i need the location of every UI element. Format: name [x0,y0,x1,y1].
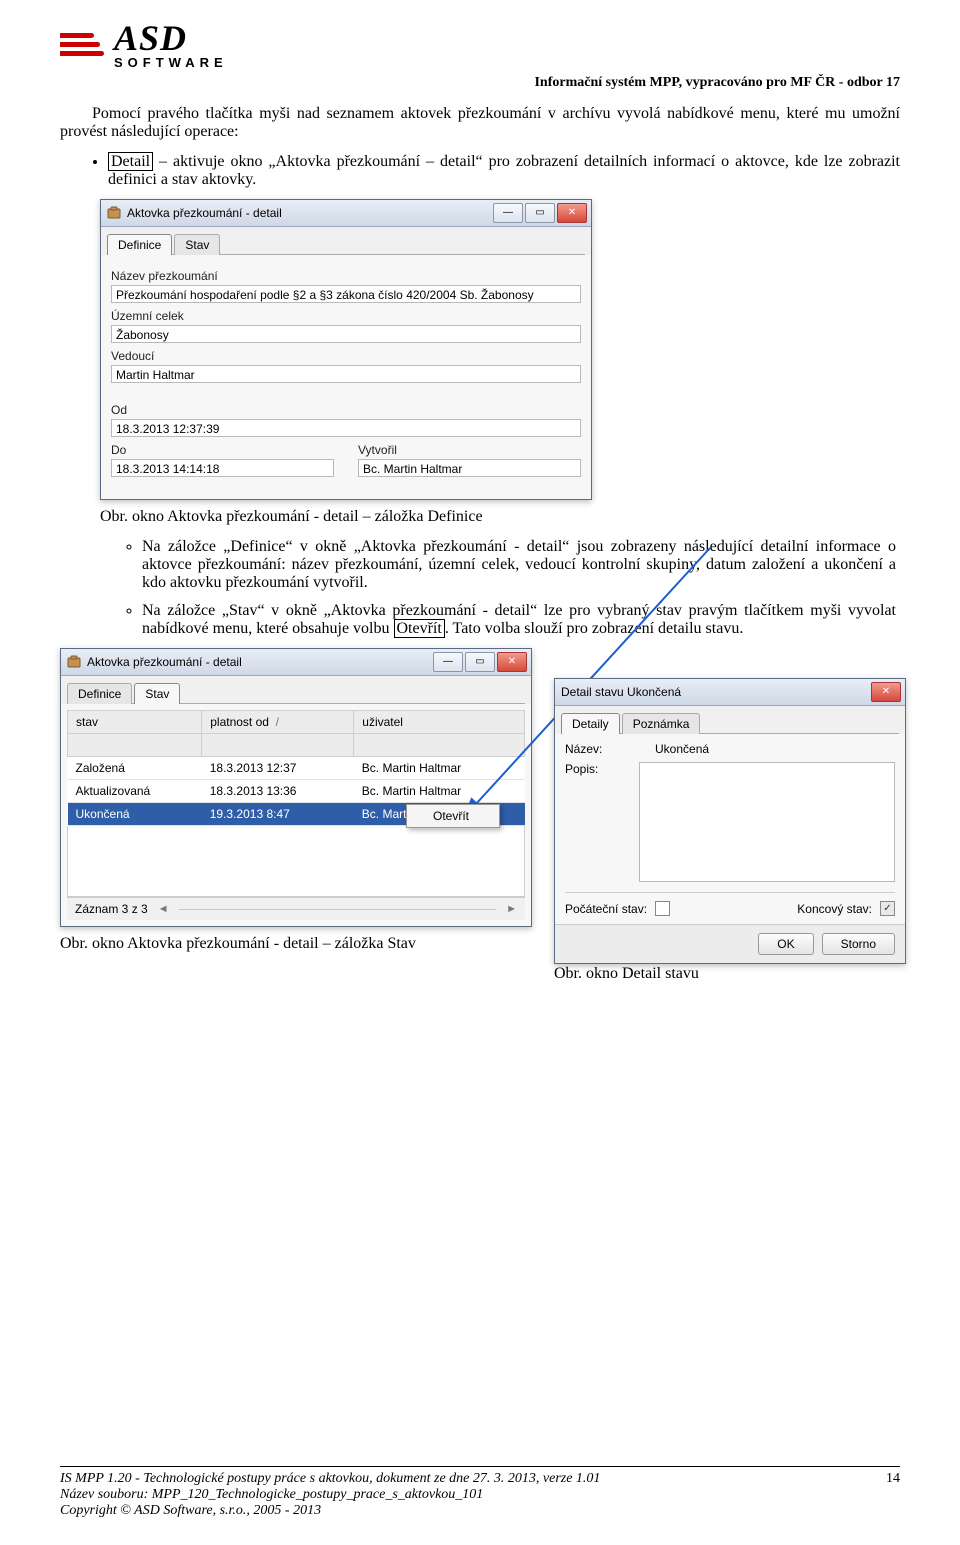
ok-button[interactable]: OK [758,933,813,955]
minimize-button[interactable]: — [493,203,523,223]
checkbox-pocatecni-stav[interactable] [655,901,670,916]
tab-stav[interactable]: Stav [174,234,220,255]
record-counter: Záznam 3 z 3 [75,902,148,916]
page-number: 14 [886,1471,900,1487]
storno-button[interactable]: Storno [822,933,895,955]
field-vedouci[interactable]: Martin Haltmar [111,365,581,383]
tab-stav[interactable]: Stav [134,683,180,704]
minimize-button[interactable]: — [433,652,463,672]
boxed-otevrit: Otevřít [394,619,445,638]
close-button[interactable]: ✕ [557,203,587,223]
label-koncovy-stav: Koncový stav: [797,902,872,916]
sub-bullet-stav: Na záložce „Stav“ v okně „Aktovka přezko… [142,602,900,638]
maximize-button[interactable]: ▭ [465,652,495,672]
field-od[interactable]: 18.3.2013 12:37:39 [111,419,581,437]
window-title-text: Aktovka přezkoumání - detail [87,655,242,669]
label-od: Od [111,403,581,417]
document-page: ASD SOFTWARE Informační systém MPP, vypr… [0,0,960,1545]
sub-bullet-definice: Na záložce „Definice“ v okně „Aktovka př… [142,538,900,592]
boxed-detail: Detail [108,152,153,171]
window-detail-stavu: Detail stavu Ukončená ✕ Detaily Poznámka… [554,678,906,964]
tab-definice[interactable]: Definice [107,234,172,255]
intro-paragraph: Pomocí pravého tlačítka myši nad sezname… [60,105,900,141]
screenshot-row-stav: Aktovka přezkoumání - detail — ▭ ✕ Defin… [60,648,900,927]
brand-logo: ASD SOFTWARE [60,20,900,69]
nav-next-icon[interactable]: ► [506,903,517,915]
close-button[interactable]: ✕ [871,682,901,702]
label-popis: Popis: [565,762,619,882]
col-uzivatel[interactable]: uživatel [354,711,525,734]
window-title-text: Detail stavu Ukončená [561,685,681,699]
context-menu-item-otevrit[interactable]: Otevřít [407,805,499,827]
logo-mark-icon [60,28,104,62]
field-uzemni-celek[interactable]: Žabonosy [111,325,581,343]
logo-text-main: ASD [114,20,228,56]
window-title-bar[interactable]: Aktovka přezkoumání - detail — ▭ ✕ [61,649,531,676]
label-do: Do [111,443,334,457]
caption-win1: Obr. okno Aktovka přezkoumání - detail –… [100,508,900,526]
label-nazev: Název: [565,742,635,756]
col-stav[interactable]: stav [68,711,202,734]
window-aktovka-detail-definice: Aktovka přezkoumání - detail — ▭ ✕ Defin… [100,199,592,500]
footer-line-2: Název souboru: MPP_120_Technologicke_pos… [60,1487,483,1502]
close-button[interactable]: ✕ [497,652,527,672]
caption-win3: Obr. okno Detail stavu [554,965,900,983]
checkbox-koncovy-stav: ✓ [880,901,895,916]
footer-line-1: IS MPP 1.20 - Technologické postupy prác… [60,1471,600,1486]
context-menu[interactable]: Otevřít [406,804,500,828]
label-uzemni-celek: Územní celek [111,309,581,323]
field-vytvoril[interactable]: Bc. Martin Haltmar [358,459,581,477]
label-pocatecni-stav: Počáteční stav: [565,902,647,916]
window-title-bar[interactable]: Detail stavu Ukončená ✕ [555,679,905,706]
operation-item-detail: Detail – aktivuje okno „Aktovka přezkoum… [108,153,900,189]
field-nazev-prezkoumani[interactable]: Přezkoumání hospodaření podle §2 a §3 zá… [111,285,581,303]
window-aktovka-detail-stav: Aktovka přezkoumání - detail — ▭ ✕ Defin… [60,648,532,927]
logo-text-sub: SOFTWARE [114,56,228,69]
window-title-text: Aktovka přezkoumání - detail [127,206,282,220]
label-nazev-prezkoumani: Název přezkoumání [111,269,581,283]
tab-poznamka[interactable]: Poznámka [622,713,701,734]
table-row[interactable]: Založená 18.3.2013 12:37 Bc. Martin Halt… [68,757,525,780]
tab-definice[interactable]: Definice [67,683,132,704]
value-nazev: Ukončená [655,742,709,756]
footer-line-3: Copyright © ASD Software, s.r.o., 2005 -… [60,1503,321,1518]
popis-textarea[interactable] [639,762,895,882]
app-icon [107,206,121,220]
label-vytvoril: Vytvořil [358,443,581,457]
field-do[interactable]: 18.3.2013 14:14:18 [111,459,334,477]
maximize-button[interactable]: ▭ [525,203,555,223]
tab-detaily[interactable]: Detaily [561,713,620,734]
nav-prev-icon[interactable]: ◄ [158,903,169,915]
table-row[interactable]: Aktualizovaná 18.3.2013 13:36 Bc. Martin… [68,780,525,803]
app-icon [67,655,81,669]
label-vedouci: Vedoucí [111,349,581,363]
col-platnost-od[interactable]: platnost od / [202,711,354,734]
operation-list: Detail – aktivuje okno „Aktovka přezkoum… [108,153,900,189]
header-right-text: Informační systém MPP, vypracováno pro M… [60,75,900,91]
window-title-bar[interactable]: Aktovka přezkoumání - detail — ▭ ✕ [101,200,591,227]
